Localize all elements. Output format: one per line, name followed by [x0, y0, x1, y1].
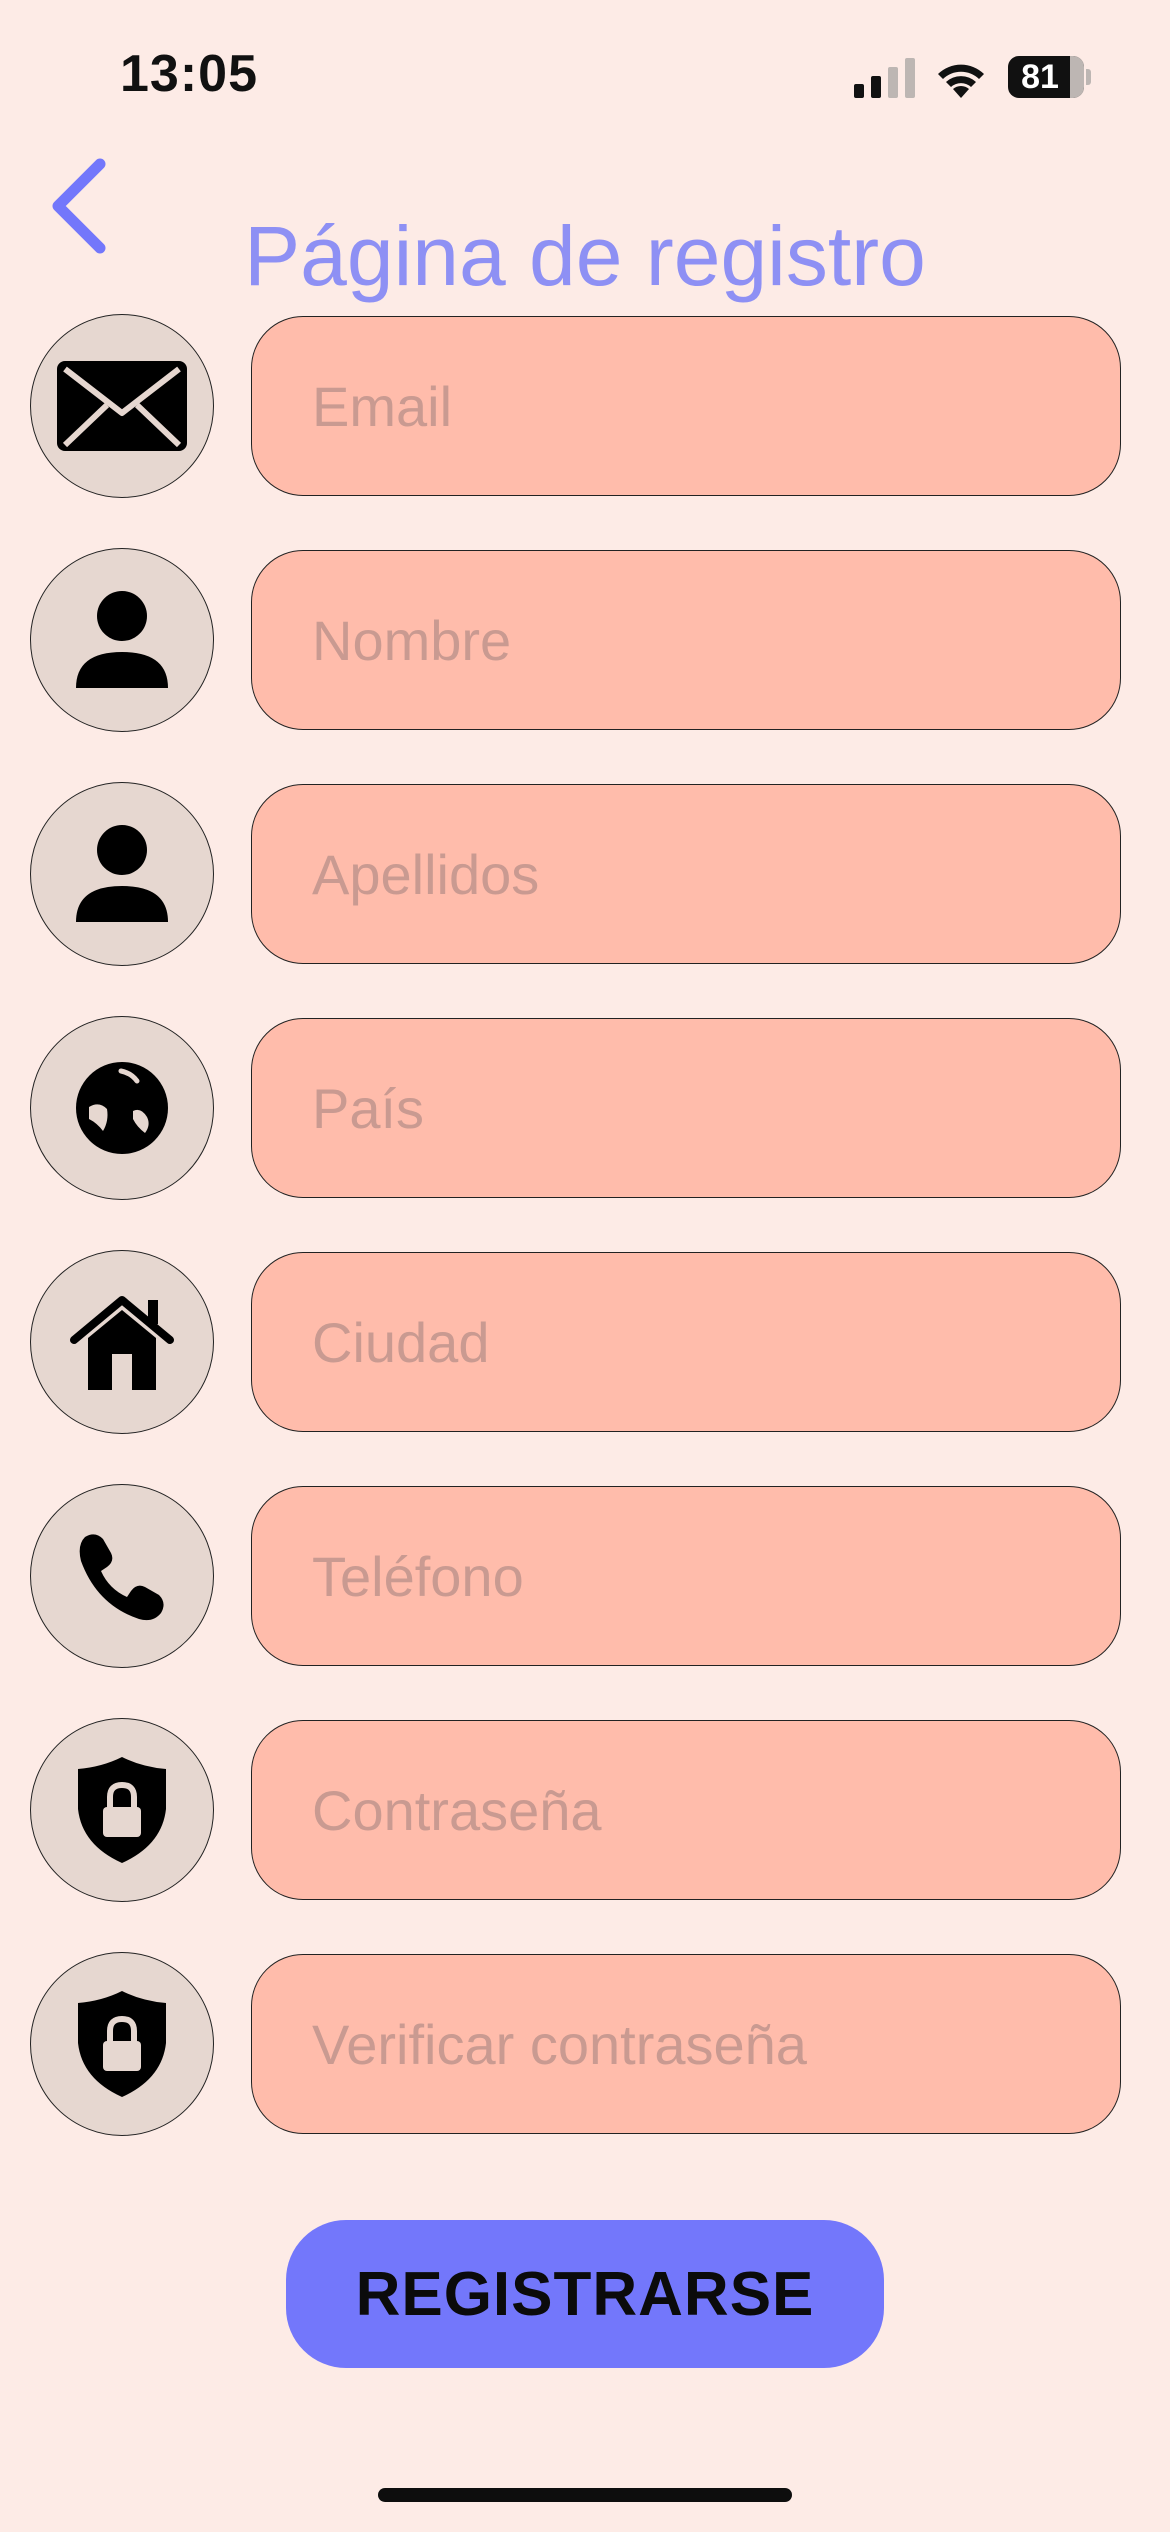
password-icon-badge — [30, 1718, 214, 1902]
phone-icon — [79, 1534, 164, 1621]
last-name-field[interactable] — [251, 784, 1121, 964]
battery-level: 81 — [1021, 58, 1059, 96]
globe-icon — [76, 1062, 168, 1154]
phone-field[interactable] — [251, 1486, 1121, 1666]
status-bar: 13:05 81 — [0, 0, 1170, 150]
country-row — [0, 1016, 1170, 1202]
verify-password-field[interactable] — [251, 1954, 1121, 2134]
battery-indicator: 81 — [1008, 56, 1091, 98]
house-icon — [70, 1296, 174, 1390]
first-name-icon-badge — [30, 548, 214, 732]
page-title: Página de registro — [244, 209, 926, 303]
battery-tip — [1086, 69, 1091, 85]
verify-password-icon-badge — [30, 1952, 214, 2136]
country-icon-badge — [30, 1016, 214, 1200]
password-row — [0, 1718, 1170, 1904]
phone-row — [0, 1484, 1170, 1670]
last-name-row — [0, 782, 1170, 968]
verify-password-row — [0, 1952, 1170, 2138]
city-field[interactable] — [251, 1252, 1121, 1432]
battery-empty-portion — [1070, 56, 1084, 98]
home-indicator[interactable] — [378, 2488, 792, 2502]
person-icon — [76, 825, 168, 922]
city-icon-badge — [30, 1250, 214, 1434]
status-time: 13:05 — [120, 45, 258, 103]
lock-shield-icon — [78, 1991, 166, 2097]
country-field[interactable] — [251, 1018, 1121, 1198]
password-field[interactable] — [251, 1720, 1121, 1900]
first-name-field[interactable] — [251, 550, 1121, 730]
person-icon — [76, 591, 168, 688]
battery-body: 81 — [1008, 56, 1084, 98]
email-field[interactable] — [251, 316, 1121, 496]
register-button[interactable]: REGISTRARSE — [286, 2220, 884, 2368]
lock-shield-icon — [78, 1757, 166, 1863]
phone-icon-badge — [30, 1484, 214, 1668]
last-name-icon-badge — [30, 782, 214, 966]
email-icon-badge — [30, 314, 214, 498]
wifi-icon — [938, 64, 984, 98]
envelope-icon — [57, 361, 187, 451]
email-row — [0, 314, 1170, 500]
city-row — [0, 1250, 1170, 1436]
cellular-signal-icon — [854, 58, 915, 98]
first-name-row — [0, 548, 1170, 734]
